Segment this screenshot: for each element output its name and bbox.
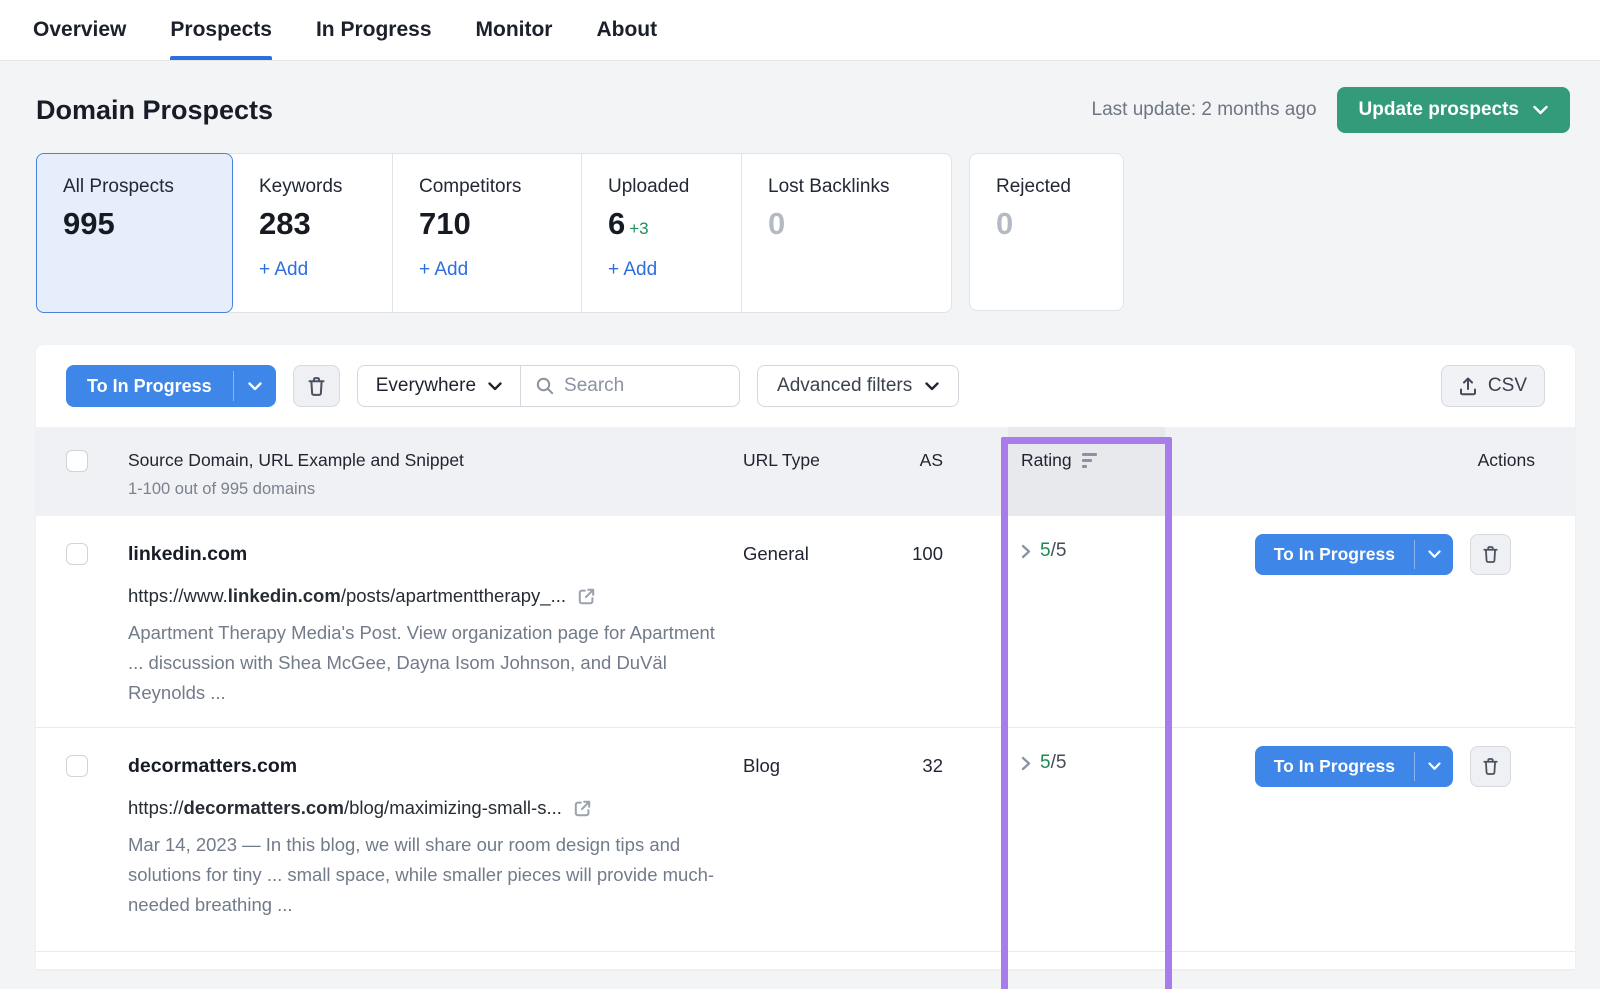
card-label: All Prospects <box>63 176 174 197</box>
card-rejected[interactable]: Rejected 0 <box>969 153 1124 311</box>
row-action-dropdown[interactable] <box>1415 746 1453 787</box>
tab-about[interactable]: About <box>596 0 657 60</box>
row-to-in-progress-label: To In Progress <box>1273 756 1395 776</box>
column-url-type: URL Type <box>743 450 820 470</box>
table-range-text: 1-100 out of 995 domains <box>128 480 316 498</box>
card-value: 0 <box>996 206 1014 241</box>
chevron-down-icon <box>248 381 262 391</box>
trash-icon <box>1482 545 1499 564</box>
trash-icon <box>1482 757 1499 776</box>
sort-descending-icon <box>1081 453 1097 468</box>
export-csv-label: CSV <box>1487 375 1527 396</box>
card-keywords[interactable]: Keywords 283 + Add <box>233 154 393 312</box>
table-toolbar: To In Progress Everywhere Search Advance… <box>36 345 1575 427</box>
card-label: Keywords <box>259 176 343 197</box>
last-update-text: Last update: 2 months ago <box>1091 99 1317 120</box>
column-actions: Actions <box>1477 450 1535 470</box>
row-delete-button[interactable] <box>1470 746 1511 787</box>
chevron-right-icon[interactable] <box>1021 544 1031 559</box>
row-authority-score: 32 <box>922 755 943 776</box>
bulk-action-dropdown[interactable] <box>234 365 276 407</box>
export-csv-button[interactable]: CSV <box>1440 365 1545 407</box>
tab-monitor[interactable]: Monitor <box>476 0 553 60</box>
row-delete-button[interactable] <box>1470 534 1511 575</box>
row-to-in-progress-label: To In Progress <box>1273 544 1395 564</box>
chevron-down-icon <box>1427 550 1441 559</box>
card-lost-backlinks[interactable]: Lost Backlinks 0 <box>742 154 951 312</box>
table-header-row: Source Domain, URL Example and Snippet 1… <box>36 427 1575 516</box>
scope-label: Everywhere <box>375 375 477 396</box>
table-row: decormatters.com https://decormatters.co… <box>36 728 1575 952</box>
row-authority-score: 100 <box>912 543 943 564</box>
tab-overview[interactable]: Overview <box>33 0 126 60</box>
table-row: linkedin.com https://www.linkedin.com/po… <box>36 516 1575 728</box>
row-url-type: General <box>743 543 809 564</box>
chevron-down-icon <box>1427 762 1441 771</box>
row-checkbox[interactable] <box>66 543 88 565</box>
advanced-filters-button[interactable]: Advanced filters <box>757 365 960 407</box>
prospect-filter-cards: All Prospects 995 Keywords 283 + Add Com… <box>36 153 1564 313</box>
bulk-to-in-progress-button[interactable]: To In Progress <box>66 365 276 407</box>
column-rating-label: Rating <box>1021 450 1072 470</box>
row-to-in-progress-button[interactable]: To In Progress <box>1254 746 1453 787</box>
row-url-type: Blog <box>743 755 781 776</box>
card-value: 995 <box>63 206 115 241</box>
card-competitors[interactable]: Competitors 710 + Add <box>393 154 582 312</box>
add-competitors-link[interactable]: + Add <box>419 259 468 281</box>
page-header: Domain Prospects Last update: 2 months a… <box>36 87 1570 133</box>
column-as: AS <box>919 450 943 470</box>
row-domain-link[interactable]: decormatters.com <box>128 755 743 778</box>
row-to-in-progress-button[interactable]: To In Progress <box>1254 534 1453 575</box>
column-source-domain: Source Domain, URL Example and Snippet <box>128 450 464 470</box>
card-value: 710 <box>419 206 471 241</box>
page-title: Domain Prospects <box>36 94 274 125</box>
add-keywords-link[interactable]: + Add <box>259 259 308 281</box>
export-icon <box>1459 377 1477 396</box>
chevron-down-icon <box>1533 105 1548 115</box>
search-icon <box>536 377 554 395</box>
scope-search-control: Everywhere <box>356 365 741 407</box>
row-action-dropdown[interactable] <box>1415 534 1453 575</box>
card-label: Competitors <box>419 176 522 197</box>
chevron-down-icon <box>488 381 502 391</box>
tab-in-progress[interactable]: In Progress <box>316 0 432 60</box>
row-rating[interactable]: 5/5 <box>1040 540 1066 562</box>
update-prospects-label: Update prospects <box>1358 99 1519 120</box>
external-link-icon[interactable] <box>573 799 592 818</box>
prospects-panel: To In Progress Everywhere Search Advance… <box>36 345 1575 969</box>
row-checkbox[interactable] <box>66 755 88 777</box>
card-value: 0 <box>768 206 786 241</box>
trash-icon <box>307 376 326 397</box>
card-label: Rejected <box>996 176 1071 197</box>
add-uploaded-link[interactable]: + Add <box>608 259 657 281</box>
uploaded-delta: +3 <box>629 219 649 238</box>
external-link-icon[interactable] <box>577 587 596 606</box>
card-value: 283 <box>259 206 311 241</box>
card-all-prospects[interactable]: All Prospects 995 <box>36 153 233 313</box>
card-uploaded[interactable]: Uploaded 6 +3 + Add <box>582 154 742 312</box>
bulk-to-in-progress-label: To In Progress <box>87 375 212 396</box>
row-rating[interactable]: 5/5 <box>1040 752 1066 774</box>
card-label: Uploaded <box>608 176 690 197</box>
search-box <box>521 366 739 406</box>
chevron-down-icon <box>925 381 939 391</box>
row-snippet: Mar 14, 2023 — In this blog, we will sha… <box>128 834 715 915</box>
chevron-right-icon[interactable] <box>1021 756 1031 771</box>
row-url: https://decormatters.com/blog/maximizing… <box>128 797 562 818</box>
search-input[interactable] <box>564 375 725 397</box>
row-domain-link[interactable]: linkedin.com <box>128 543 743 566</box>
scope-dropdown[interactable]: Everywhere <box>358 366 522 406</box>
select-all-checkbox[interactable] <box>66 450 88 472</box>
tab-prospects[interactable]: Prospects <box>170 0 272 60</box>
bulk-delete-button[interactable] <box>292 365 340 407</box>
advanced-filters-label: Advanced filters <box>777 375 913 396</box>
row-url: https://www.linkedin.com/posts/apartment… <box>128 585 567 606</box>
card-label: Lost Backlinks <box>768 176 890 197</box>
column-rating-sort[interactable]: Rating <box>943 427 1208 471</box>
update-prospects-button[interactable]: Update prospects <box>1336 87 1570 133</box>
card-value: 6 +3 <box>608 206 649 241</box>
row-snippet: Apartment Therapy Media's Post. View org… <box>128 622 715 703</box>
top-navigation: Overview Prospects In Progress Monitor A… <box>0 0 1600 61</box>
